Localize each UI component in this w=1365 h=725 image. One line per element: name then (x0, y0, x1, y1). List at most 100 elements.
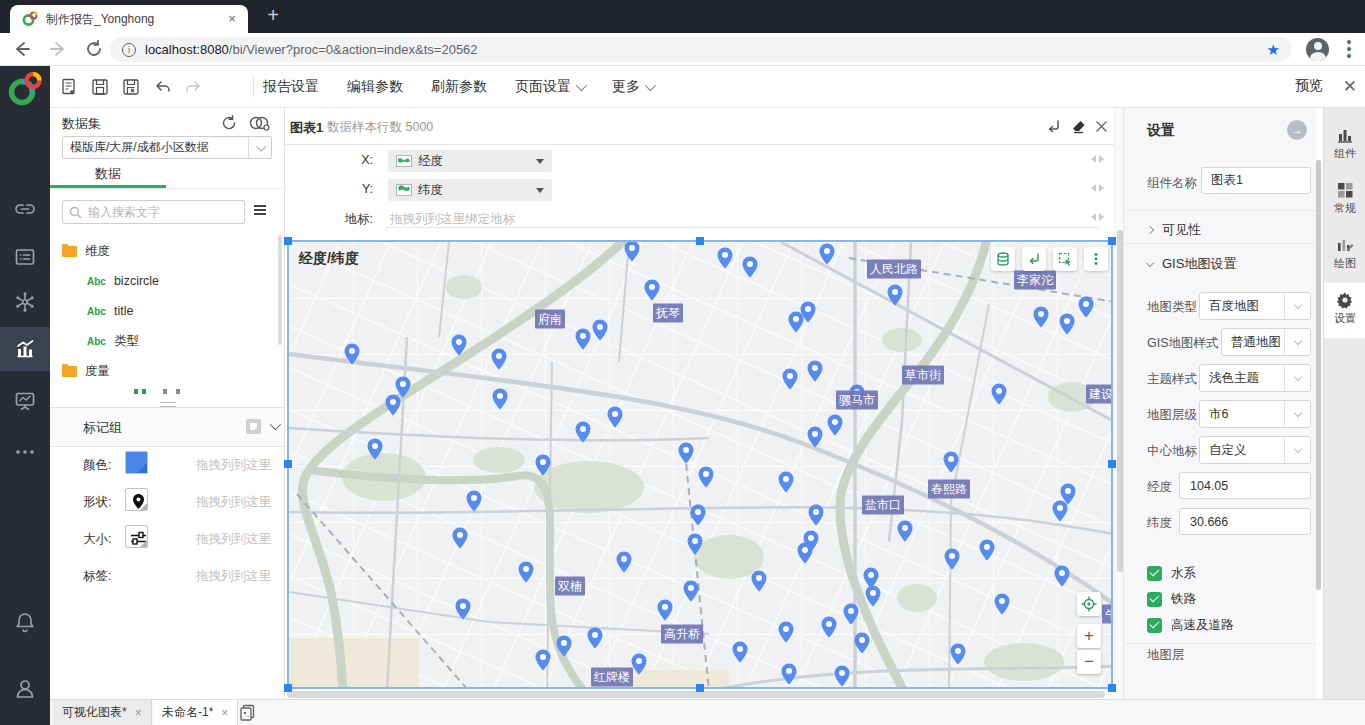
field-menu-icon[interactable] (254, 205, 266, 217)
selection-handle[interactable] (696, 684, 704, 692)
map-pin[interactable] (751, 570, 767, 592)
map-pin[interactable] (1052, 500, 1068, 522)
map-pin[interactable] (518, 561, 534, 583)
map-pin[interactable] (575, 328, 591, 350)
map-pin[interactable] (1054, 565, 1070, 587)
map-pin[interactable] (575, 421, 591, 443)
map-pin[interactable] (943, 451, 959, 473)
map-pin[interactable] (854, 632, 870, 654)
toolbar-close-icon[interactable]: ✕ (1343, 76, 1357, 97)
map-pin[interactable] (717, 247, 733, 269)
map-pin[interactable] (466, 490, 482, 512)
sheet-tab-close-icon[interactable]: × (135, 706, 142, 720)
map-pin[interactable] (865, 585, 881, 607)
shape-swatch[interactable] (125, 488, 148, 511)
section-gis-settings[interactable]: GIS地图设置 (1147, 255, 1236, 273)
undo-icon[interactable] (154, 78, 172, 96)
redo-icon[interactable] (184, 78, 202, 96)
map-pin[interactable] (788, 311, 804, 333)
map-pin[interactable] (535, 649, 551, 671)
map-pin[interactable] (657, 599, 673, 621)
map-pin[interactable] (1033, 306, 1049, 328)
map-pin[interactable] (797, 542, 813, 564)
map-pin[interactable] (455, 598, 471, 620)
y-field-caret-icon[interactable] (536, 188, 544, 197)
selection-handle[interactable] (1108, 237, 1116, 245)
rail-tab-组件[interactable]: 组件 (1324, 118, 1365, 173)
layer-checkbox-row[interactable]: 铁路 (1147, 586, 1316, 612)
mark-dropzone[interactable]: 拖拽列到这里 (196, 494, 271, 511)
color-swatch[interactable] (125, 451, 148, 474)
setting-select-3[interactable]: 市6 (1199, 400, 1311, 428)
map-zoom-in-button[interactable]: + (1077, 624, 1101, 648)
map-pin[interactable] (819, 243, 835, 265)
new-report-icon[interactable] (60, 78, 78, 96)
make-report-icon[interactable] (14, 338, 36, 360)
setting-select-4[interactable]: 自定义 (1199, 436, 1311, 464)
tab-close-icon[interactable]: × (224, 11, 240, 27)
map-pin[interactable] (781, 663, 797, 685)
component-name-input[interactable]: 图表1 (1201, 167, 1311, 194)
dataset-icon[interactable] (14, 246, 36, 268)
map-pin[interactable] (950, 643, 966, 665)
dataset-switch-icon[interactable] (248, 114, 270, 132)
map-pin[interactable] (944, 548, 960, 570)
map-pin[interactable] (1078, 296, 1094, 318)
dataset-refresh-icon[interactable] (220, 114, 238, 132)
map-pin[interactable] (1059, 313, 1075, 335)
y-row-arrows[interactable] (1087, 184, 1108, 192)
data-processing-icon[interactable] (14, 291, 36, 313)
dashboard-icon[interactable] (14, 390, 36, 412)
mark-dropzone[interactable]: 拖拽列到这里 (196, 531, 271, 548)
tree-item[interactable]: 维度 (50, 236, 278, 266)
map-pin[interactable] (843, 603, 859, 625)
coord-input-0[interactable]: 104.05 (1179, 472, 1311, 499)
map-pin[interactable] (491, 348, 507, 370)
map-pin[interactable] (385, 394, 401, 416)
url-omnibox[interactable]: i localhost:8080 /bi/Viewer?proc=0&actio… (110, 37, 1292, 62)
map-pin[interactable] (994, 593, 1010, 615)
sheet-tab-close-icon[interactable]: × (221, 706, 228, 720)
toolbar-button-4[interactable]: 更多 (612, 78, 653, 96)
map-pin[interactable] (592, 319, 608, 341)
dataset-select-caret-icon[interactable] (248, 137, 271, 158)
more-apps-icon[interactable] (14, 441, 36, 463)
section-visibility[interactable]: 可见性 (1147, 221, 1201, 239)
map-pin[interactable] (897, 520, 913, 542)
map-pin[interactable] (732, 641, 748, 663)
map-pin[interactable] (807, 360, 823, 382)
user-profile-icon[interactable] (14, 678, 36, 700)
map-pin[interactable] (807, 426, 823, 448)
map-pin[interactable] (683, 580, 699, 602)
map-pin[interactable] (452, 527, 468, 549)
x-field-pill[interactable]: 经度 (388, 150, 552, 172)
map-pin[interactable] (451, 334, 467, 356)
marks-collapse-icon[interactable] (270, 419, 281, 430)
map-pin[interactable] (624, 242, 640, 262)
map-pin[interactable] (587, 627, 603, 649)
map-zoom-out-button[interactable]: − (1077, 650, 1101, 674)
rail-tab-绘图[interactable]: 绘图 (1324, 228, 1365, 283)
map-pin[interactable] (690, 504, 706, 526)
map-pin[interactable] (687, 533, 703, 555)
setting-select-2[interactable]: 浅色主题 (1199, 364, 1311, 392)
selection-handle[interactable] (284, 237, 292, 245)
coord-input-1[interactable]: 30.666 (1179, 508, 1311, 535)
browser-menu-icon[interactable]: ••• (1345, 39, 1353, 60)
site-info-icon[interactable]: i (122, 43, 136, 57)
map-pin[interactable] (979, 539, 995, 561)
save-icon[interactable] (91, 78, 109, 96)
map-pin[interactable] (808, 504, 824, 526)
back-icon[interactable] (12, 39, 32, 59)
new-tab-button[interactable]: + (260, 4, 286, 27)
save-as-icon[interactable] (122, 78, 140, 96)
mark-dropzone[interactable]: 拖拽列到这里 (196, 568, 271, 585)
map-pin[interactable] (644, 279, 660, 301)
map-pin[interactable] (616, 551, 632, 573)
map-pin[interactable] (556, 635, 572, 657)
tree-item[interactable]: 度量 (50, 356, 278, 386)
settings-scrollbar[interactable] (1316, 160, 1321, 590)
notifications-bell-icon[interactable] (14, 611, 36, 633)
swap-axes-icon[interactable] (1045, 118, 1062, 135)
layer-checkbox-row[interactable]: 高速及道路 (1147, 612, 1316, 638)
